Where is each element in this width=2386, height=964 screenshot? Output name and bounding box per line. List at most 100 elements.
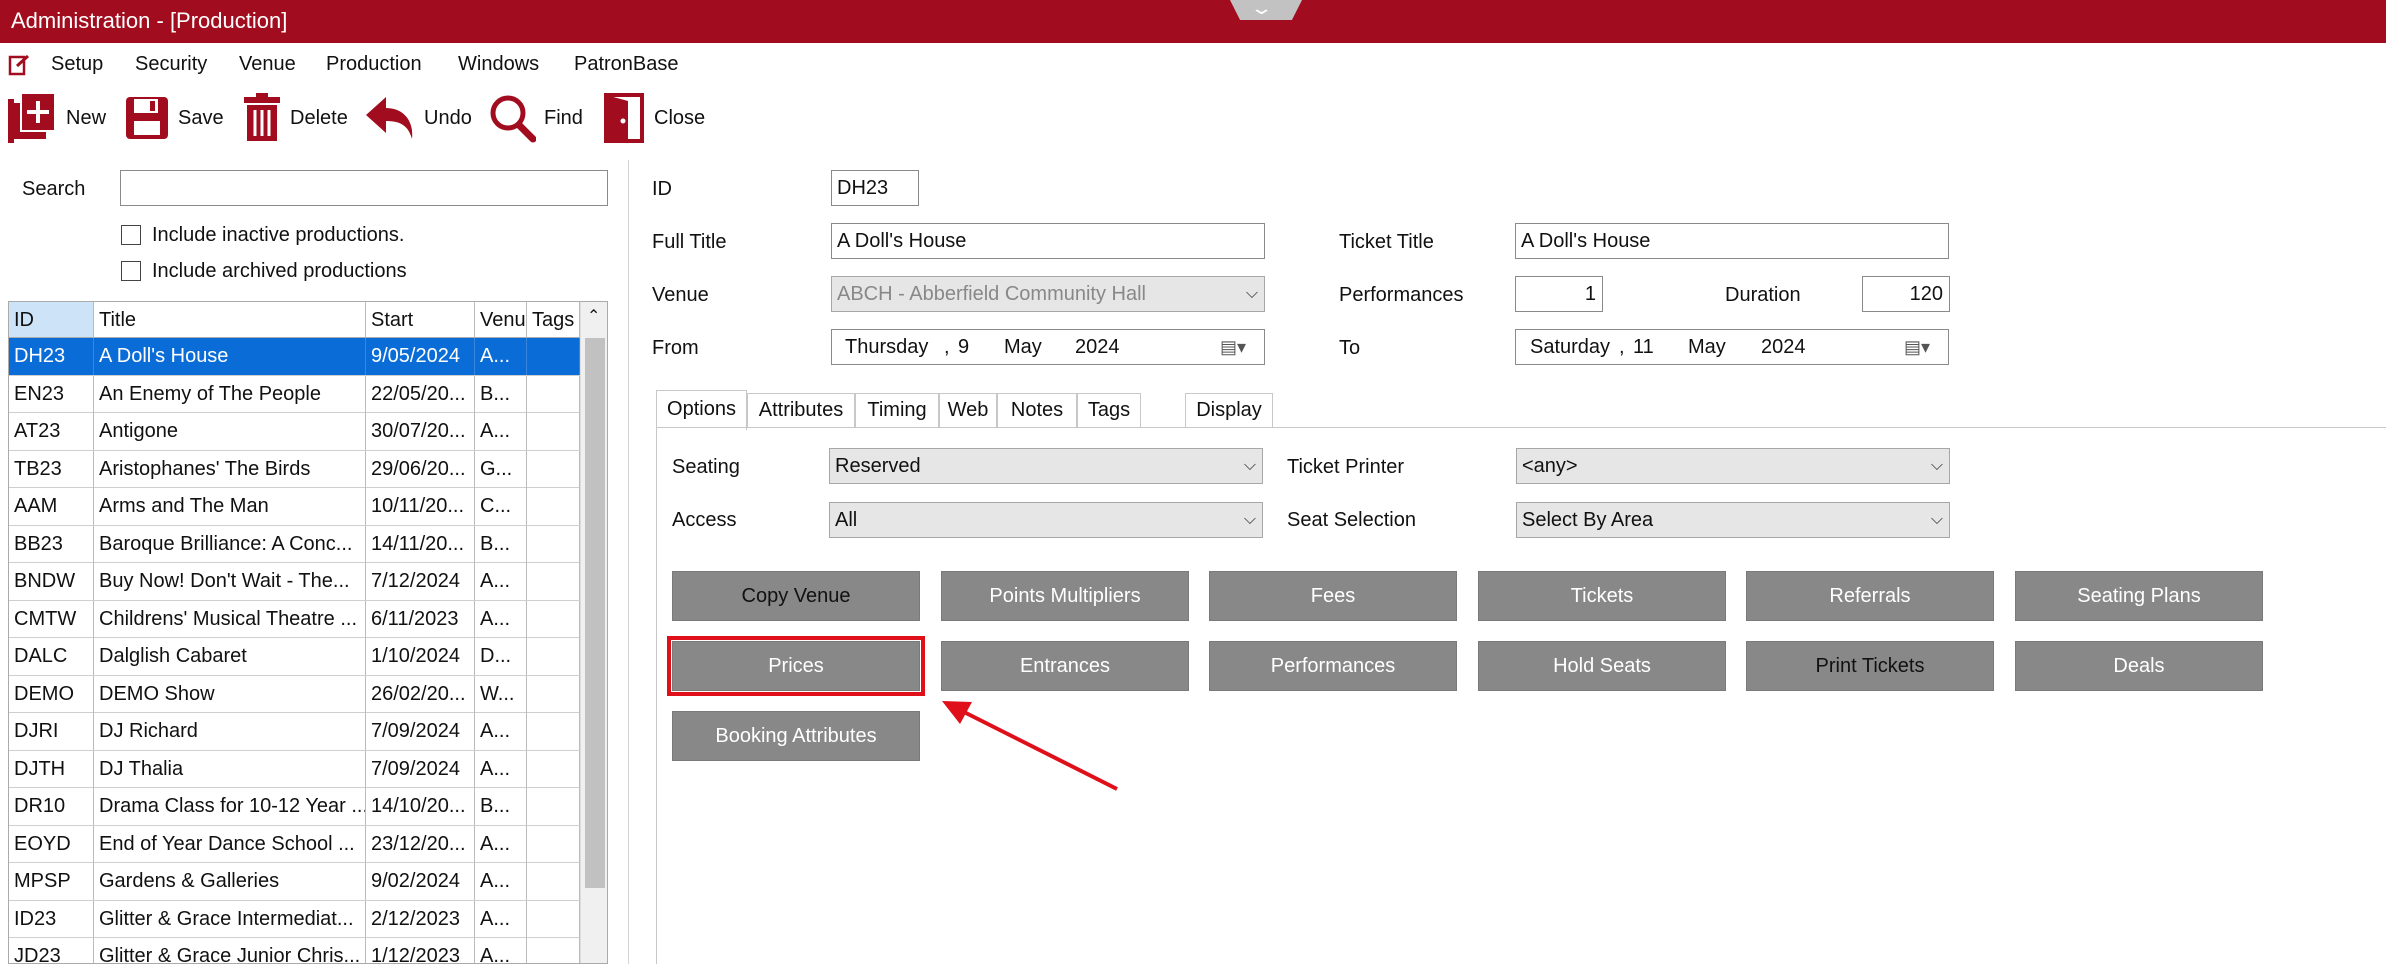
to-date-picker[interactable]: Saturday , 11 May 2024 ▤▾ — [1515, 329, 1949, 365]
column-header-title[interactable]: Title — [94, 302, 366, 338]
cell-venue: B... — [475, 375, 527, 413]
table-row[interactable]: JD23 Glitter & Grace Junior Chris... 1/12/… — [9, 938, 580, 963]
panel-splitter[interactable] — [628, 160, 629, 964]
venue-value: ABCH - Abberfield Community Hall — [837, 283, 1146, 305]
tab-display[interactable]: Display — [1185, 393, 1273, 428]
performances-field[interactable]: 1 — [1515, 276, 1603, 312]
scroll-thumb[interactable] — [585, 338, 605, 888]
tab-options[interactable]: Options — [656, 390, 747, 430]
include-archived-checkbox[interactable] — [121, 261, 141, 281]
menu-security[interactable]: Security — [135, 53, 207, 76]
tickets-button[interactable]: Tickets — [1478, 571, 1726, 621]
full-title-label: Full Title — [652, 231, 727, 253]
seating-select[interactable]: Reserved ⌵ — [829, 448, 1263, 484]
performances-button[interactable]: Performances — [1209, 641, 1457, 691]
column-header-tags[interactable]: Tags — [527, 302, 580, 338]
access-select[interactable]: All ⌵ — [829, 502, 1263, 538]
ticket-title-field[interactable]: A Doll's House — [1515, 223, 1949, 259]
referrals-button[interactable]: Referrals — [1746, 571, 1994, 621]
points-multipliers-button[interactable]: Points Multipliers — [941, 571, 1189, 621]
from-date-picker[interactable]: Thursday , 9 May 2024 ▤▾ — [831, 329, 1265, 365]
seat-selection-label: Seat Selection — [1287, 509, 1416, 531]
chevron-down-icon: ⌵ — [1243, 511, 1256, 528]
column-header-start[interactable]: Start — [366, 302, 475, 338]
table-row[interactable]: AAM Arms and The Man 10/11/20... C... — [9, 488, 580, 526]
table-row[interactable]: AT23 Antigone 30/07/20... A... — [9, 413, 580, 451]
undo-icon — [366, 97, 413, 139]
calendar-icon[interactable]: ▤▾ — [1220, 330, 1246, 364]
seat-selection-select[interactable]: Select By Area ⌵ — [1516, 502, 1950, 538]
menu-patronbase[interactable]: PatronBase — [574, 53, 679, 76]
table-row[interactable]: DALC Dalglish Cabaret 1/10/2024 D... — [9, 638, 580, 676]
cell-tags — [527, 750, 580, 788]
print-tickets-button[interactable]: Print Tickets — [1746, 641, 1994, 691]
find-button[interactable]: Find — [488, 90, 583, 146]
tab-attributes[interactable]: Attributes — [747, 393, 855, 428]
menu-setup[interactable]: Setup — [51, 53, 103, 76]
table-row[interactable]: DJTH DJ Thalia 7/09/2024 A... — [9, 750, 580, 788]
full-title-field[interactable]: A Doll's House — [831, 223, 1265, 259]
seating-plans-button[interactable]: Seating Plans — [2015, 571, 2263, 621]
table-row[interactable]: DEMO DEMO Show 26/02/20... W... — [9, 675, 580, 713]
to-month: May — [1688, 336, 1726, 358]
column-header-venue[interactable]: Venu — [475, 302, 527, 338]
venue-select[interactable]: ABCH - Abberfield Community Hall ⌵ — [831, 276, 1265, 312]
close-button[interactable]: Close — [604, 90, 705, 146]
chevron-down-icon: ⌵ — [1243, 457, 1256, 474]
entrances-button[interactable]: Entrances — [941, 641, 1189, 691]
ticket-printer-select[interactable]: <any> ⌵ — [1516, 448, 1950, 484]
cell-start: 14/10/20... — [366, 788, 475, 825]
collapse-ribbon-button[interactable]: ⌄ — [1230, 0, 1302, 20]
cell-id: DALC — [9, 638, 94, 675]
table-row[interactable]: BNDW Buy Now! Don't Wait - The... 7/12/202… — [9, 563, 580, 601]
menu-venue[interactable]: Venue — [239, 53, 296, 76]
undo-label: Undo — [424, 106, 472, 129]
fees-button[interactable]: Fees — [1209, 571, 1457, 621]
duration-field[interactable]: 120 — [1862, 276, 1950, 312]
scroll-up-icon[interactable]: ⌃ — [587, 306, 600, 326]
table-row[interactable]: EOYD End of Year Dance School ... 23/12/20… — [9, 825, 580, 863]
menu-windows[interactable]: Windows — [458, 53, 539, 76]
save-button[interactable]: Save — [124, 90, 224, 146]
table-row[interactable]: MPSP Gardens & Galleries 9/02/2024 A... — [9, 863, 580, 901]
include-inactive-checkbox[interactable] — [121, 225, 141, 245]
ticket-printer-label: Ticket Printer — [1287, 456, 1405, 478]
grid-scrollbar[interactable]: ⌃ — [580, 302, 607, 963]
undo-button[interactable]: Undo — [364, 90, 472, 146]
new-button[interactable]: New — [8, 90, 106, 146]
hold-seats-button[interactable]: Hold Seats — [1478, 641, 1726, 691]
cell-tags — [527, 825, 580, 863]
cell-title: A Doll's House — [94, 338, 366, 375]
seating-label: Seating — [672, 456, 740, 478]
table-row[interactable]: DH23 A Doll's House 9/05/2024 A... — [9, 338, 580, 376]
copy-venue-button[interactable]: Copy Venue — [672, 571, 920, 621]
cell-venue: A... — [475, 900, 527, 938]
tab-timing[interactable]: Timing — [855, 393, 939, 428]
tab-notes[interactable]: Notes — [997, 393, 1077, 428]
table-row[interactable]: DJRI DJ Richard 7/09/2024 A... — [9, 713, 580, 751]
from-day: Thursday — [845, 336, 929, 358]
id-field[interactable]: DH23 — [831, 170, 919, 206]
table-row[interactable]: CMTW Childrens' Musical Theatre ... 6/11/2… — [9, 600, 580, 638]
seat-selection-value: Select By Area — [1522, 509, 1654, 531]
tab-tags[interactable]: Tags — [1077, 393, 1141, 428]
cell-id: AT23 — [9, 413, 94, 450]
table-row[interactable]: DR10 Drama Class for 10-12 Year ... 14/10/… — [9, 788, 580, 826]
table-row[interactable]: BB23 Baroque Brilliance: A Conc... 14/11/2… — [9, 525, 580, 563]
deals-button[interactable]: Deals — [2015, 641, 2263, 691]
cell-id: AAM — [9, 488, 94, 525]
menu-production[interactable]: Production — [326, 53, 422, 76]
prices-button[interactable]: Prices — [667, 636, 925, 696]
table-row[interactable]: TB23 Aristophanes' The Birds 29/06/20... G.… — [9, 450, 580, 488]
search-input[interactable] — [120, 170, 608, 206]
cell-id: ID23 — [9, 900, 94, 938]
table-row[interactable]: EN23 An Enemy of The People 22/05/20... B..… — [9, 375, 580, 413]
delete-button[interactable]: Delete — [242, 90, 348, 146]
cell-tags — [527, 938, 580, 963]
calendar-icon[interactable]: ▤▾ — [1904, 330, 1930, 364]
column-header-id[interactable]: ID — [9, 302, 94, 338]
booking-attributes-button[interactable]: Booking Attributes — [672, 711, 920, 761]
to-day: Saturday — [1530, 336, 1611, 358]
tab-web[interactable]: Web — [939, 393, 997, 428]
table-row[interactable]: ID23 Glitter & Grace Intermediat... 2/12/2… — [9, 900, 580, 938]
